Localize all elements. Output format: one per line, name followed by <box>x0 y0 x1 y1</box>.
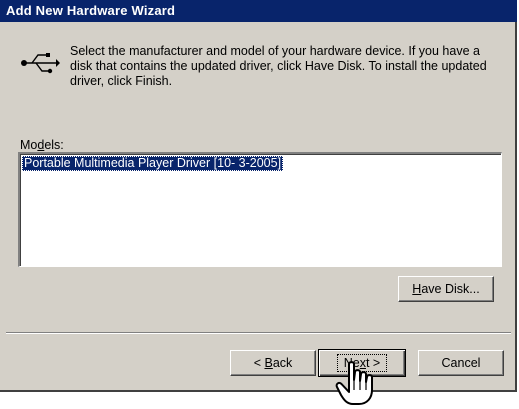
models-label: Models: <box>20 138 64 152</box>
usb-icon <box>21 53 60 74</box>
instructions-text: Select the manufacturer and model of you… <box>70 44 487 88</box>
window-title: Add New Hardware Wizard <box>0 0 517 22</box>
model-list-item-selected[interactable]: Portable Multimedia Player Driver [10- 3… <box>22 156 284 171</box>
wizard-header: Select the manufacturer and model of you… <box>0 22 515 111</box>
hand-pointer-icon <box>335 361 373 405</box>
add-new-hardware-wizard-window: Add New Hardware Wizard Select the manuf… <box>0 0 517 392</box>
models-listbox[interactable]: Portable Multimedia Player Driver [10- 3… <box>18 152 502 267</box>
cancel-button[interactable]: Cancel <box>418 350 504 376</box>
back-button[interactable]: < Back <box>230 350 316 376</box>
separator <box>6 332 511 334</box>
have-disk-button[interactable]: Have Disk... <box>398 276 494 302</box>
